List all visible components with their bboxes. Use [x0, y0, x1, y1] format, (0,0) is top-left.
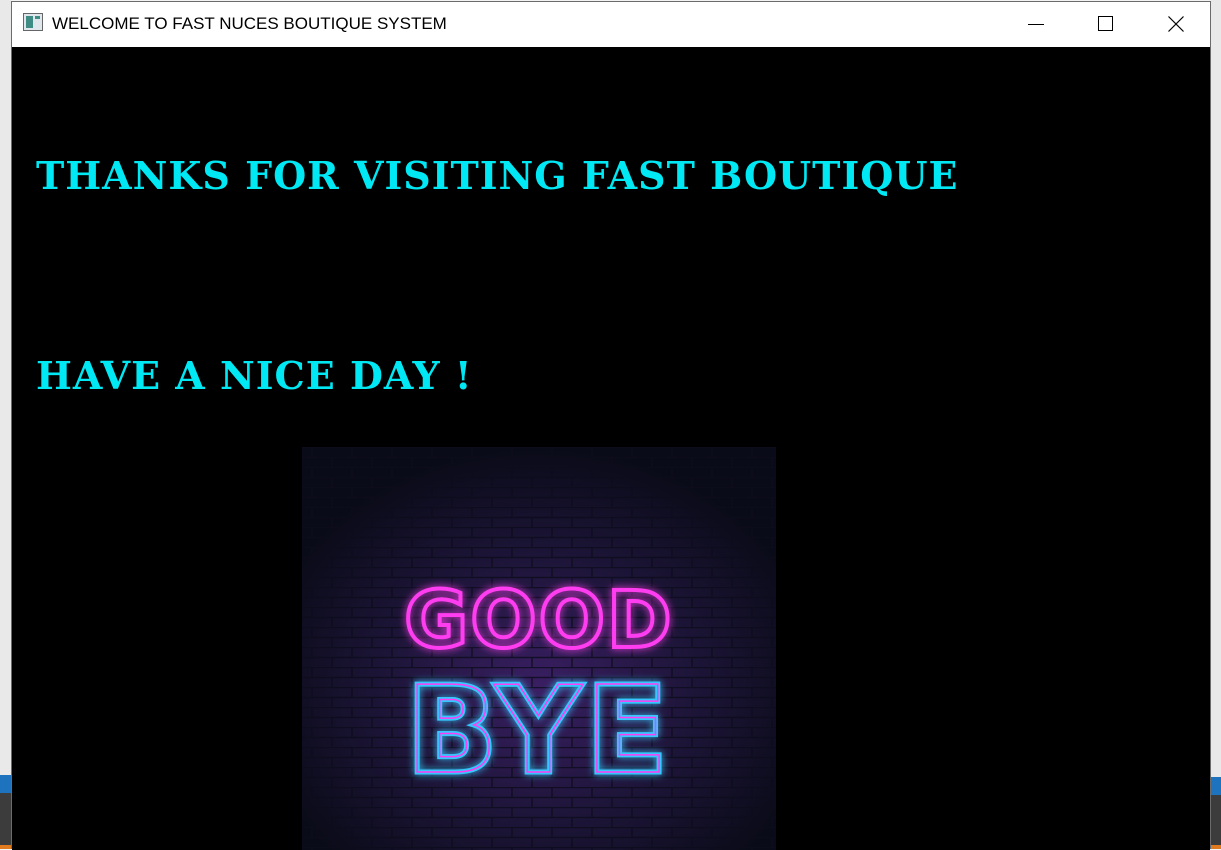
app-window-icon [23, 13, 43, 31]
desktop-panel-right [1211, 795, 1221, 849]
content-area: THANKS FOR VISITING FAST BOUTIQUE HAVE A… [12, 47, 1210, 850]
close-button[interactable] [1141, 2, 1211, 47]
maximize-icon [1098, 16, 1113, 31]
title-bar[interactable]: WELCOME TO FAST NUCES BOUTIQUE SYSTEM [12, 2, 1210, 47]
neon-bye-inner-outline: BYE [406, 662, 672, 801]
desktop-taskbar-accent-right [1211, 777, 1221, 795]
desktop-taskbar-accent-left [0, 775, 11, 793]
nice-day-heading: HAVE A NICE DAY ! [36, 353, 473, 398]
minimize-button[interactable] [1001, 2, 1071, 47]
minimize-icon [1028, 24, 1044, 25]
window-title: WELCOME TO FAST NUCES BOUTIQUE SYSTEM [52, 14, 447, 33]
desktop-panel-left [0, 793, 11, 849]
desktop-background-right [1211, 0, 1221, 849]
goodbye-neon-image: GOOD BYE BYE [302, 447, 776, 850]
maximize-button[interactable] [1071, 2, 1141, 47]
desktop-background-left [0, 0, 11, 849]
neon-good-text: GOOD [404, 576, 673, 666]
thanks-heading: THANKS FOR VISITING FAST BOUTIQUE [36, 153, 959, 198]
app-window: WELCOME TO FAST NUCES BOUTIQUE SYSTEM TH… [11, 1, 1211, 850]
close-icon [1168, 16, 1184, 32]
